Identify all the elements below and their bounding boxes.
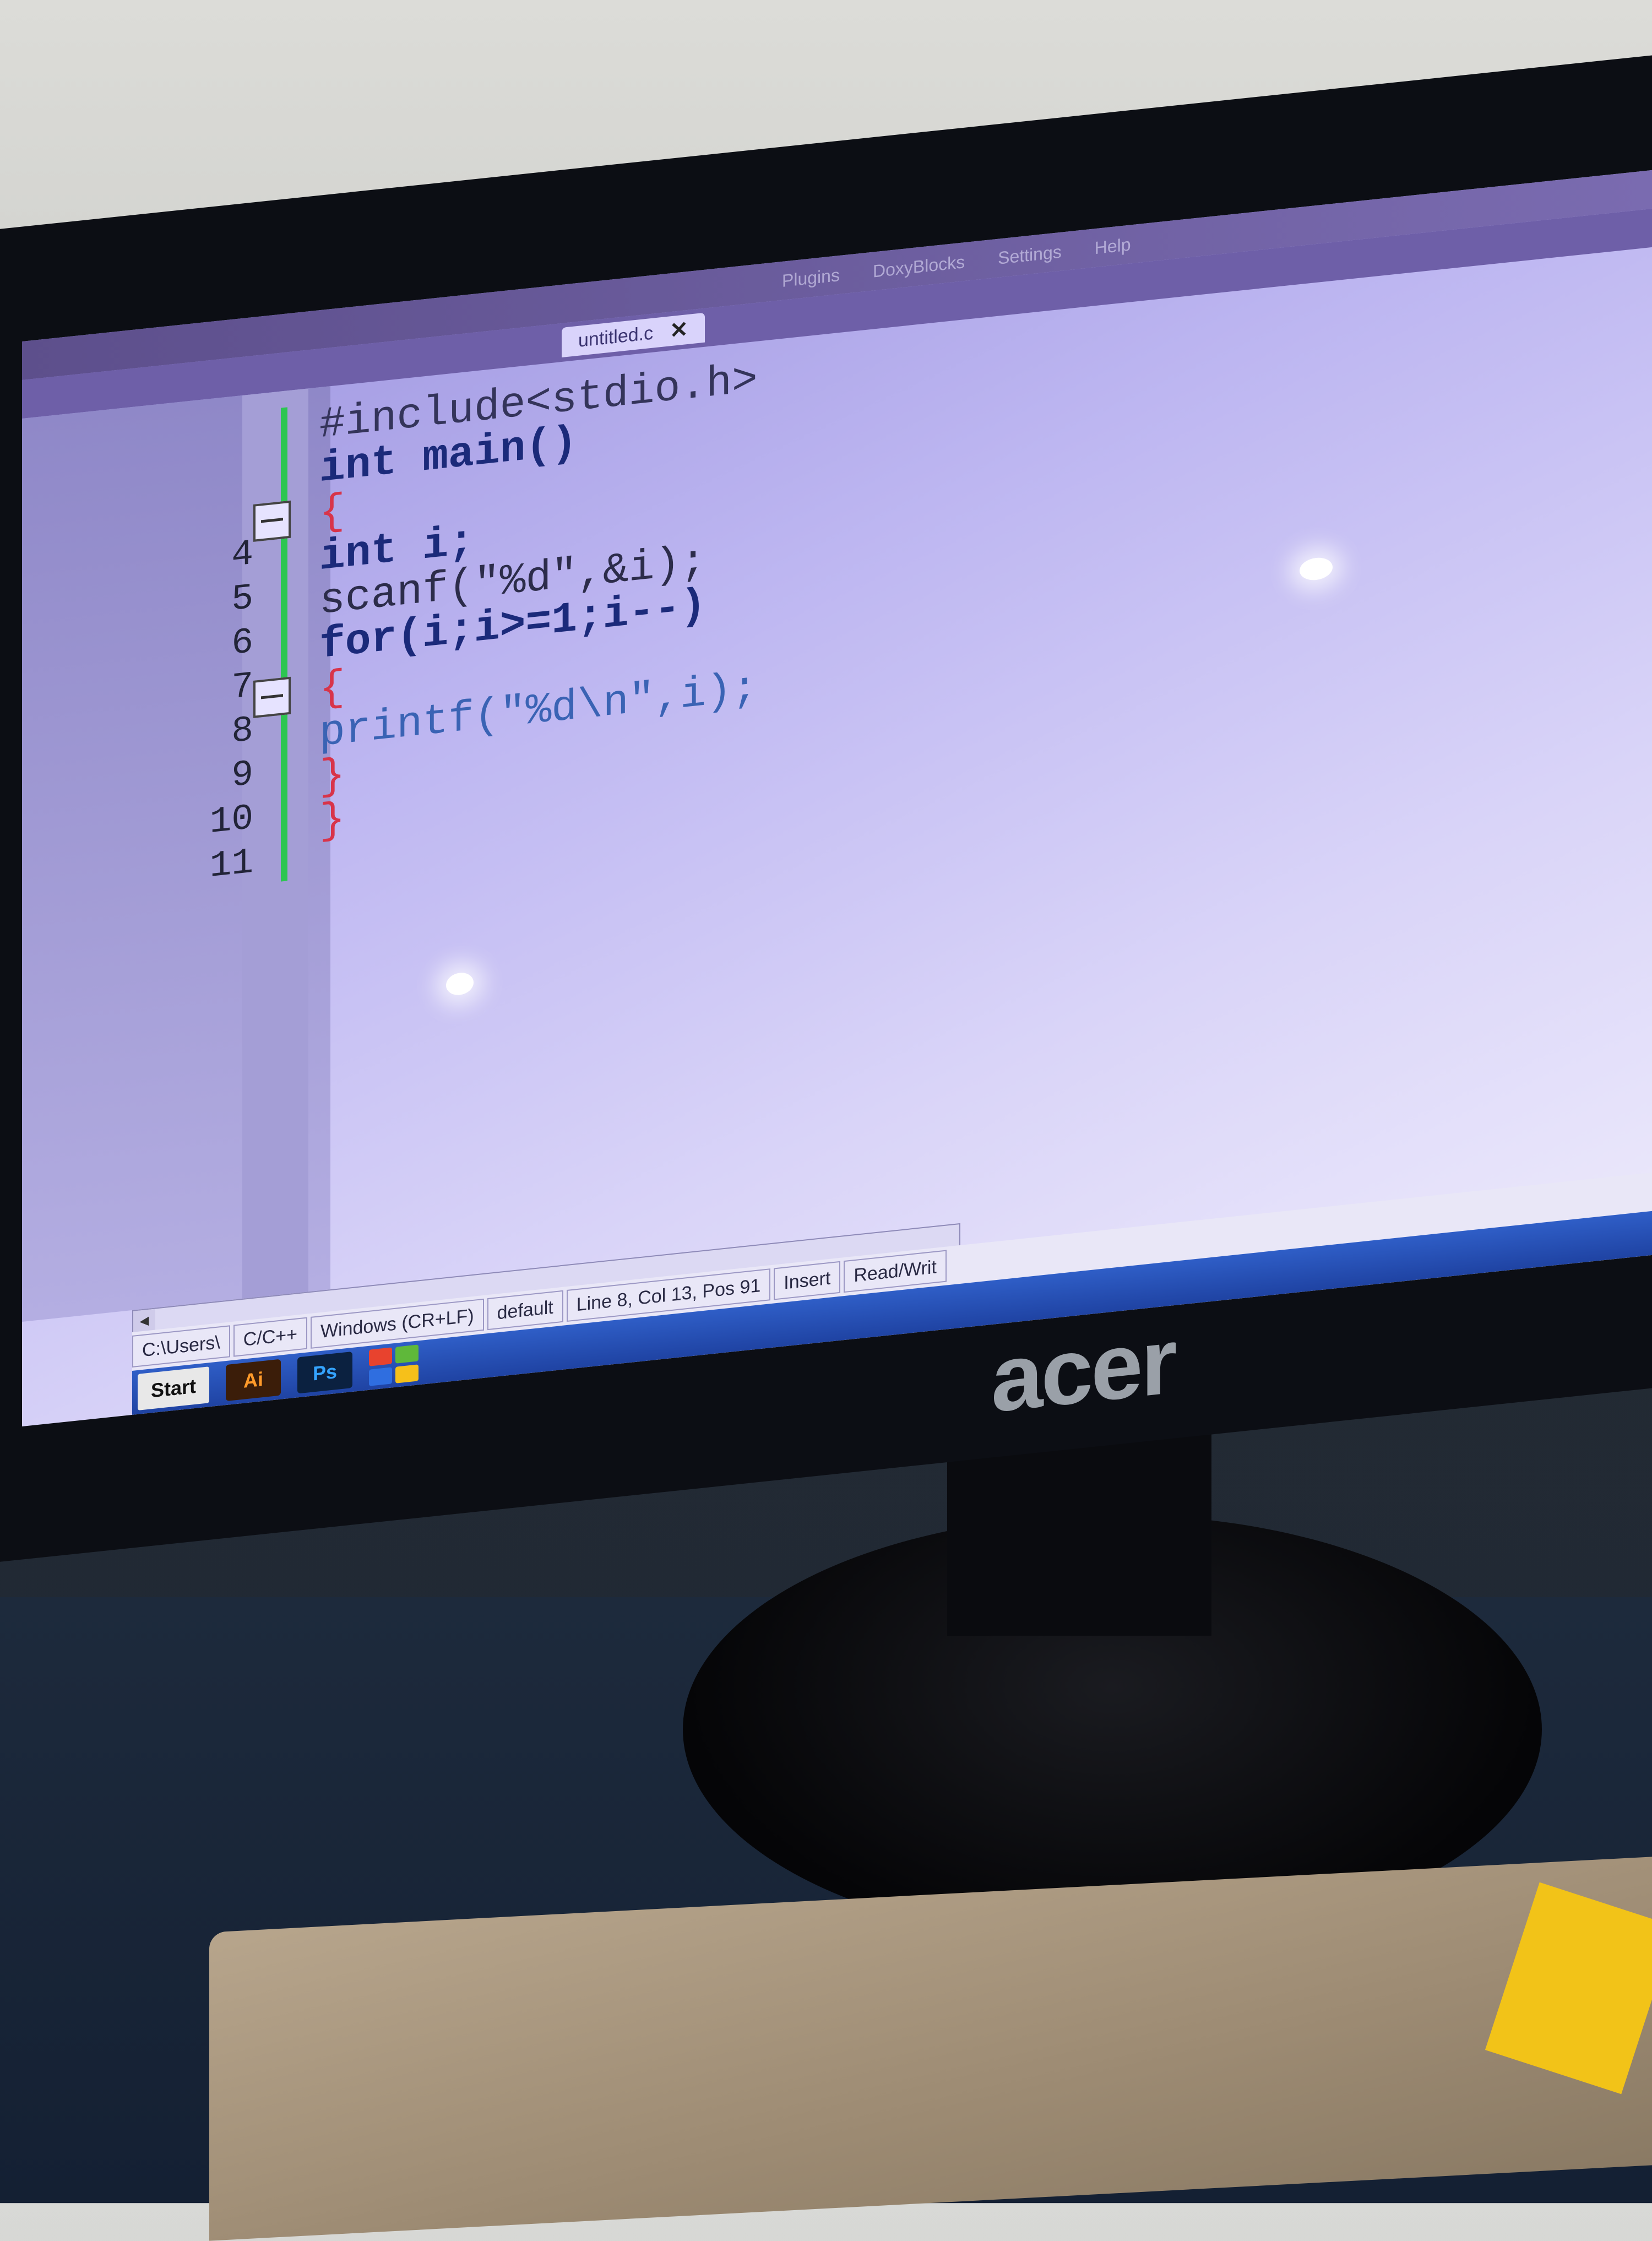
illustrator-icon[interactable]: Ai	[226, 1359, 281, 1402]
change-marker-bar	[281, 407, 287, 882]
status-path: C:\Users\	[132, 1325, 230, 1368]
monitor-brand-logo: acer	[991, 1308, 1175, 1432]
windows-logo-icon[interactable]	[369, 1344, 419, 1386]
photoshop-icon[interactable]: Ps	[297, 1351, 353, 1394]
status-insert-mode: Insert	[774, 1261, 841, 1300]
menu-item-settings[interactable]: Settings	[998, 241, 1062, 268]
status-language: C/C++	[233, 1317, 307, 1357]
menu-item-help[interactable]: Help	[1095, 234, 1131, 258]
fold-toggle-icon[interactable]	[253, 676, 291, 718]
screen-glare	[1300, 556, 1333, 582]
code-editor[interactable]: #include<stdio.h> int main() { int i; sc…	[319, 356, 758, 847]
menu-item-plugins[interactable]: Plugins	[782, 264, 840, 291]
tab-title: untitled.c	[578, 322, 654, 351]
line-numbers: 4 5 6 7 8 9 10 11	[143, 532, 253, 896]
menu-item-doxyblocks[interactable]: DoxyBlocks	[873, 252, 965, 282]
screen-glare	[446, 971, 474, 997]
fold-toggle-icon[interactable]	[253, 500, 291, 542]
monitor-screen: Plugins DoxyBlocks Settings Help untitle…	[22, 170, 1652, 1427]
status-encoding: default	[487, 1290, 563, 1331]
close-icon[interactable]: ✕	[670, 317, 688, 344]
start-button[interactable]: Start	[138, 1366, 210, 1410]
